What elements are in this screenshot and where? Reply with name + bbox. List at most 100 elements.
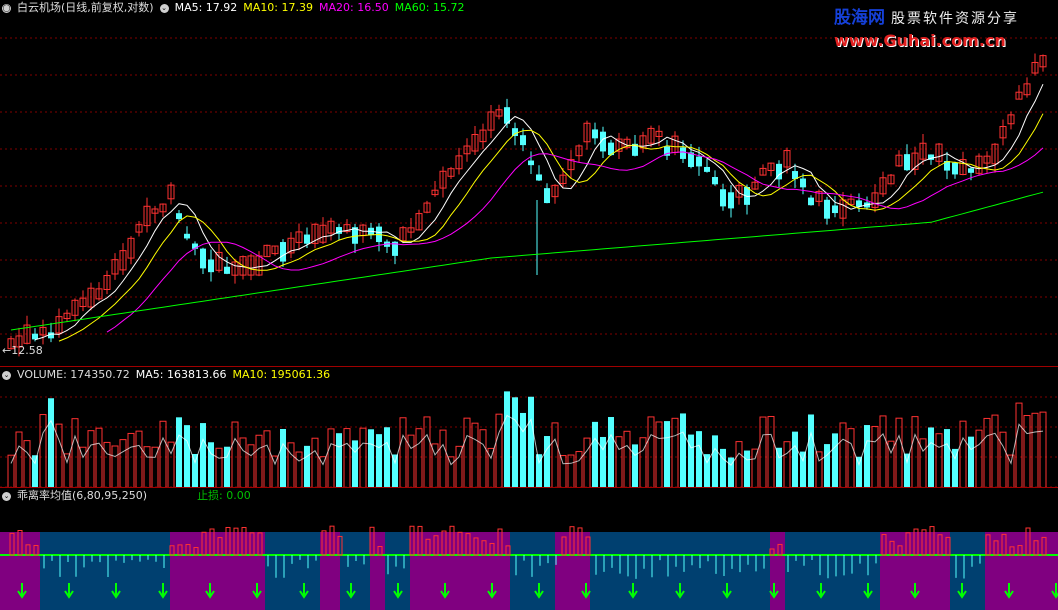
price-chart[interactable] xyxy=(0,0,1058,366)
volume-bar-down xyxy=(968,436,974,488)
volume-bar-up xyxy=(1023,415,1031,488)
volume-title: VOLUME: 174350.72 xyxy=(17,368,130,381)
volume-bar-up xyxy=(735,441,743,488)
volume-bar-down xyxy=(368,429,374,488)
volume-bar-up xyxy=(119,439,127,488)
volume-bar-up xyxy=(263,430,271,488)
settings-circle-icon[interactable]: ⌄ xyxy=(159,3,169,13)
volume-bar-up xyxy=(935,433,943,488)
volume-bar-down xyxy=(832,433,838,488)
volume-bar-up xyxy=(959,420,967,488)
volume-bar-up xyxy=(623,430,631,488)
volume-bar-down xyxy=(384,427,390,488)
volume-bar-up xyxy=(847,428,855,488)
volume-chart[interactable] xyxy=(0,367,1058,488)
volume-bar-up xyxy=(471,422,479,488)
collapse-circle-icon[interactable]: ⌄ xyxy=(2,370,11,380)
volume-bar-up xyxy=(567,454,575,488)
volume-bar-down xyxy=(504,391,510,488)
volume-bar-up xyxy=(647,416,655,488)
volume-bar-up xyxy=(479,429,487,488)
ma20-label: MA20: 16.50 xyxy=(319,1,389,14)
signal-zone xyxy=(770,532,785,610)
candle-down xyxy=(728,192,734,209)
candle-down xyxy=(184,233,190,239)
volume-bar-down xyxy=(512,397,518,488)
volume-bar-up xyxy=(463,417,471,488)
candle-down xyxy=(520,135,526,146)
volume-bar-down xyxy=(280,429,286,488)
volume-bar-down xyxy=(944,429,950,488)
volume-bar-up xyxy=(343,428,351,488)
candle-down xyxy=(592,129,598,139)
price-panel[interactable]: ◯ 白云机场(日线,前复权,对数) ⌄ MA5: 17.92 MA10: 17.39 MA… xyxy=(0,0,1058,366)
volume-bar-down xyxy=(792,431,798,488)
volume-bar-up xyxy=(247,444,255,488)
candle-down xyxy=(544,188,550,204)
volume-bar-up xyxy=(95,427,103,488)
candle-down xyxy=(832,205,838,214)
candle-down xyxy=(536,174,542,181)
volume-bar-down xyxy=(304,445,310,488)
collapse-circle-icon[interactable]: ⌄ xyxy=(2,491,11,501)
volume-bar-down xyxy=(776,447,782,488)
vol-ma5-label: MA5: 163813.66 xyxy=(135,368,227,381)
indicator-panel[interactable]: ⌄ 乖离率均值(6,80,95,250) 止损: 0.00 xyxy=(0,487,1058,610)
price-header: ◯ 白云机场(日线,前复权,对数) ⌄ MA5: 17.92 MA10: 17.39 MA… xyxy=(2,1,470,15)
volume-bar-down xyxy=(176,417,182,488)
volume-bar-down xyxy=(808,414,814,488)
stop-loss-label: 止损: 0.00 xyxy=(197,489,251,502)
low-price-label: ←12.58 xyxy=(2,344,43,357)
candle-down xyxy=(528,160,534,166)
volume-bar-up xyxy=(127,432,135,488)
stock-title: 白云机场(日线,前复权,对数) xyxy=(17,1,154,14)
volume-bar-up xyxy=(991,414,999,488)
volume-bar-down xyxy=(48,398,54,488)
volume-bar-up xyxy=(7,454,15,488)
volume-bar-down xyxy=(632,444,638,488)
ma60-label: MA60: 15.72 xyxy=(394,1,465,14)
ma10-line xyxy=(58,113,1044,342)
volume-bar-up xyxy=(255,434,263,488)
volume-bar-down xyxy=(864,425,870,488)
volume-bar-down xyxy=(184,425,190,488)
logo-line2: www.Guhai.com.cn xyxy=(834,31,1006,50)
volume-bar-up xyxy=(143,446,151,488)
candle-down xyxy=(704,166,710,172)
candle-down xyxy=(696,156,702,167)
volume-bar-down xyxy=(544,436,550,488)
volume-bar-up xyxy=(975,429,983,488)
volume-bar-up xyxy=(215,447,223,488)
volume-panel[interactable]: ⌄ VOLUME: 174350.72 MA5: 163813.66 MA10: 19… xyxy=(0,366,1058,488)
volume-bar-down xyxy=(824,444,830,488)
volume-bar-up xyxy=(231,421,239,488)
volume-bar-down xyxy=(856,456,862,488)
volume-bar-down xyxy=(904,453,910,488)
volume-bar-up xyxy=(1007,454,1015,488)
volume-bar-up xyxy=(839,422,847,488)
ma10-label: MA10: 17.39 xyxy=(243,1,314,14)
volume-bar-up xyxy=(895,417,903,488)
volume-bar-up xyxy=(759,416,767,488)
volume-bar-down xyxy=(696,431,702,488)
volume-bar-down xyxy=(528,396,534,488)
signal-zone xyxy=(0,532,40,610)
volume-bar-up xyxy=(1039,411,1047,488)
volume-bar-down xyxy=(720,448,726,488)
volume-bar-down xyxy=(600,436,606,488)
volume-header: ⌄ VOLUME: 174350.72 MA5: 163813.66 MA10: 19… xyxy=(2,368,336,382)
volume-bar-up xyxy=(311,437,319,488)
signal-zone xyxy=(950,532,985,610)
volume-bar-up xyxy=(983,417,991,488)
logo-line1: 股海网 xyxy=(834,8,885,28)
collapse-circle-icon[interactable]: ◯ xyxy=(2,3,11,13)
candle-down xyxy=(800,178,806,188)
volume-bar-up xyxy=(551,422,559,488)
indicator-chart[interactable] xyxy=(0,488,1058,610)
candle-down xyxy=(904,154,910,171)
indicator-title: 乖离率均值(6,80,95,250) xyxy=(17,489,148,502)
candle-down xyxy=(512,128,518,137)
volume-bar-down xyxy=(608,417,614,488)
candle-down xyxy=(712,177,718,185)
logo-line1b: 股票软件资源分享 xyxy=(891,11,1019,27)
